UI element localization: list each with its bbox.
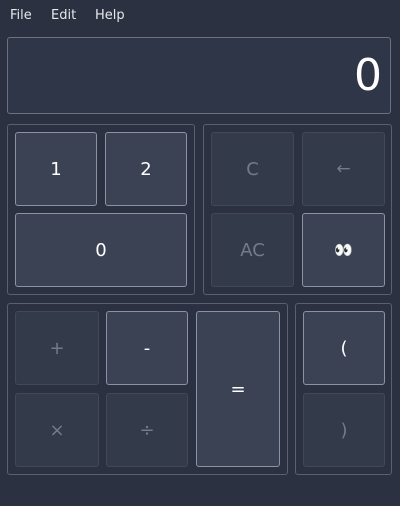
clear-button[interactable]: C — [211, 132, 294, 206]
controls-group: C ← AC 👀 — [203, 124, 392, 295]
plus-button[interactable]: + — [15, 311, 99, 385]
minus-button[interactable]: - — [106, 311, 188, 385]
open-paren-button[interactable]: ( — [303, 311, 385, 385]
all-clear-label: AC — [240, 239, 265, 261]
backspace-button[interactable]: ← — [302, 132, 385, 206]
equals-label: = — [230, 378, 246, 400]
multiply-label: × — [49, 419, 65, 441]
eyes-icon: 👀 — [334, 241, 353, 259]
menu-file[interactable]: File — [10, 8, 32, 23]
digits-group: 1 2 0 — [7, 124, 195, 295]
menu-bar: File Edit Help — [0, 0, 400, 32]
backspace-arrow-icon: ← — [336, 159, 351, 179]
digit-0-button[interactable]: 0 — [15, 213, 187, 287]
parens-group: ( ) — [295, 303, 392, 475]
digit-1-button[interactable]: 1 — [15, 132, 97, 206]
eyes-button[interactable]: 👀 — [302, 213, 385, 287]
close-paren-label: ) — [340, 419, 348, 441]
close-paren-button[interactable]: ) — [303, 393, 385, 467]
clear-label: C — [246, 158, 259, 180]
all-clear-button[interactable]: AC — [211, 213, 294, 287]
plus-label: + — [49, 337, 65, 359]
digit-1-label: 1 — [50, 158, 62, 180]
operators-group: + - = × ÷ — [7, 303, 288, 475]
digit-2-button[interactable]: 2 — [105, 132, 187, 206]
minus-label: - — [143, 337, 151, 359]
menu-edit[interactable]: Edit — [51, 8, 76, 23]
multiply-button[interactable]: × — [15, 393, 99, 467]
display-value: 0 — [354, 50, 382, 101]
equals-button[interactable]: = — [196, 311, 280, 467]
result-display: 0 — [7, 37, 391, 114]
divide-button[interactable]: ÷ — [106, 393, 188, 467]
open-paren-label: ( — [340, 337, 348, 359]
digit-0-label: 0 — [95, 239, 107, 261]
divide-label: ÷ — [139, 419, 155, 441]
menu-help[interactable]: Help — [95, 8, 125, 23]
digit-2-label: 2 — [140, 158, 152, 180]
